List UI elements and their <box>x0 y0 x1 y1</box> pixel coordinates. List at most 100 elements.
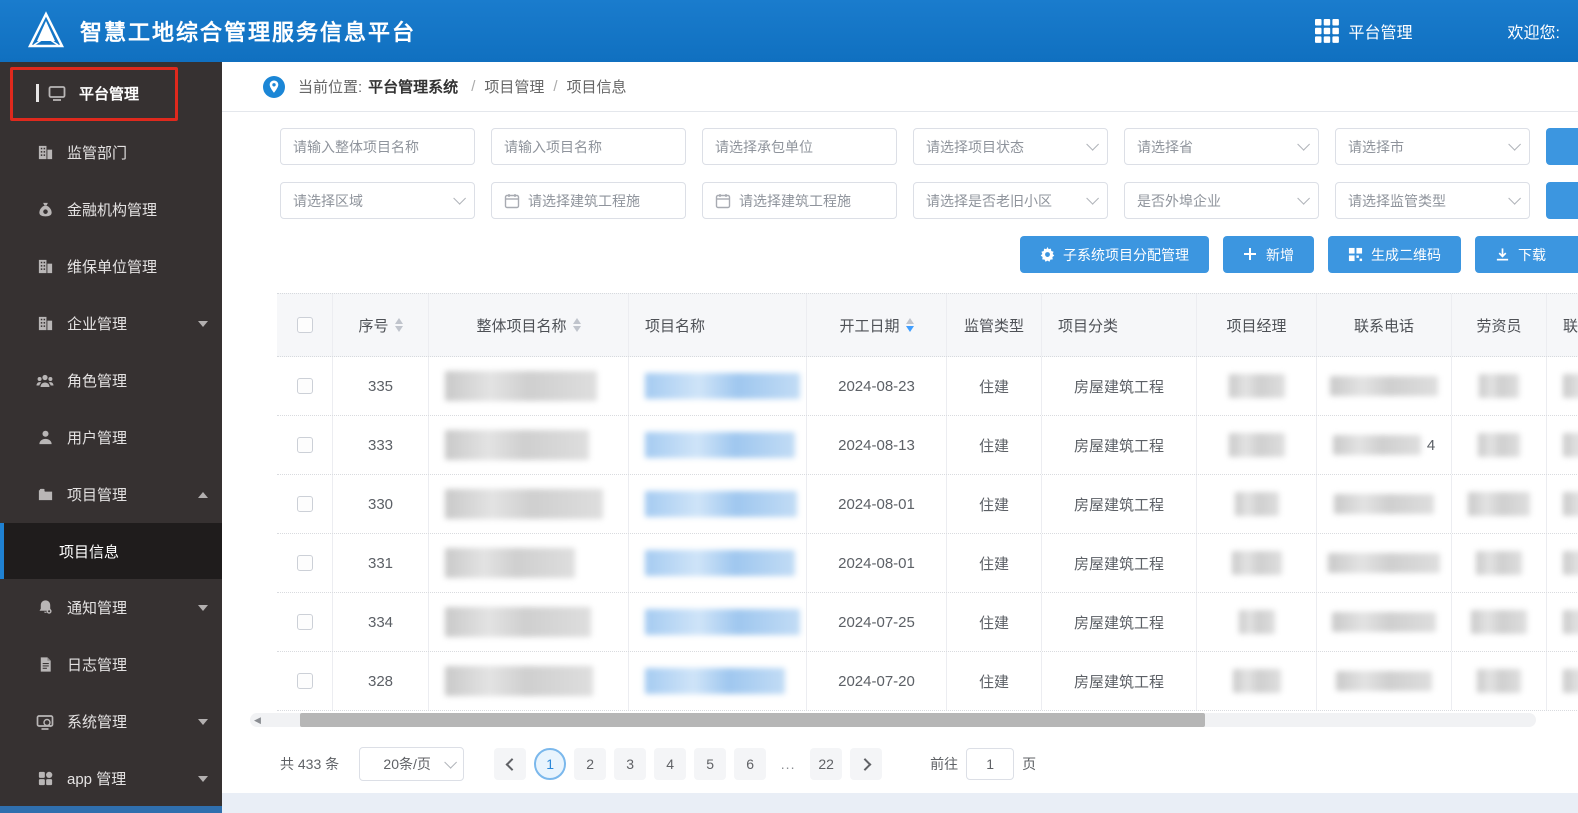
jump-page-input[interactable] <box>966 748 1015 780</box>
sidebar-item-notification-management[interactable]: 通知管理 <box>0 579 222 636</box>
redacted-contact-phone-2 <box>1563 610 1578 634</box>
add-button[interactable]: 新增 <box>1223 236 1314 273</box>
horizontal-scrollbar[interactable]: ◀ <box>250 713 1536 727</box>
sort-icon[interactable] <box>572 318 581 332</box>
breadcrumb-root[interactable]: 平台管理系统 <box>368 76 458 97</box>
sidebar-item-user-management[interactable]: 用户管理 <box>0 409 222 466</box>
select-all-checkbox[interactable] <box>296 317 313 333</box>
table-header-row: 序号 整体项目名称 项目名称 开工日期 监管类型 项目分类 项目经理 联系电话 … <box>277 293 1578 357</box>
breadcrumb-level1[interactable]: 项目管理 <box>484 76 544 97</box>
project-category: 房屋建筑工程 <box>1073 437 1164 455</box>
apps-grid-icon <box>1314 19 1339 43</box>
row-checkbox[interactable] <box>296 614 313 630</box>
page-button-2[interactable]: 2 <box>574 748 607 780</box>
start-date: 2024-08-01 <box>838 495 915 513</box>
row-checkbox[interactable] <box>296 673 313 689</box>
search-button[interactable] <box>1546 128 1578 165</box>
redacted-project-name-link[interactable] <box>645 550 795 576</box>
sidebar-item-enterprise-management[interactable]: 企业管理 <box>0 295 222 352</box>
row-checkbox[interactable] <box>296 378 313 394</box>
redacted-project-name-link[interactable] <box>645 432 795 458</box>
column-header-overall-project-name[interactable]: 整体项目名称 <box>429 294 629 356</box>
sidebar-item-label: 项目管理 <box>67 487 128 504</box>
calendar-icon <box>715 193 731 208</box>
chevron-down-icon <box>444 755 458 769</box>
page-button-22[interactable]: 22 <box>810 748 843 780</box>
page-button-1[interactable]: 1 <box>534 748 567 780</box>
sidebar-item-project-management[interactable]: 项目管理 <box>0 466 222 523</box>
calendar-icon <box>504 193 520 208</box>
page-button-6[interactable]: 6 <box>734 748 767 780</box>
pages-ellipsis[interactable]: ... <box>774 756 802 772</box>
column-header-start-date[interactable]: 开工日期 <box>807 294 947 356</box>
overall-project-name-input[interactable] <box>280 128 475 165</box>
app-title: 智慧工地综合管理服务信息平台 <box>80 20 417 45</box>
construction-date-end-picker[interactable]: 请选择建筑工程施 <box>702 182 897 219</box>
redacted-project-manager <box>1228 374 1285 398</box>
sidebar-item-financial-institutions[interactable]: 金融机构管理 <box>0 181 222 238</box>
people-icon <box>36 372 54 390</box>
redacted-labor-officer <box>1471 610 1527 634</box>
breadcrumb-level2[interactable]: 项目信息 <box>567 76 627 97</box>
province-select[interactable]: 请选择省 <box>1124 128 1319 165</box>
chevron-down-icon <box>1086 138 1099 151</box>
sidebar-item-supervision-dept[interactable]: 监管部门 <box>0 124 222 181</box>
sidebar-item-system-management[interactable]: 系统管理 <box>0 693 222 750</box>
generate-qrcode-button[interactable]: 生成二维码 <box>1328 236 1461 273</box>
redacted-project-name-link[interactable] <box>645 609 800 635</box>
redacted-contact-phone-2 <box>1563 669 1578 693</box>
redacted-overall-project-name <box>445 430 589 460</box>
redacted-contact-phone <box>1334 494 1434 514</box>
page-size-select[interactable]: 20条/页 <box>359 747 465 781</box>
row-checkbox[interactable] <box>296 555 313 571</box>
column-header-seq[interactable]: 序号 <box>333 294 429 356</box>
chevron-right-icon <box>858 757 872 771</box>
sidebar-item-platform-management[interactable]: 平台管理 <box>0 62 222 124</box>
sidebar-item-label: app 管理 <box>67 771 127 788</box>
scrollbar-thumb[interactable] <box>300 713 1205 727</box>
action-toolbar: 子系统项目分配管理 新增 生成二维码 下载 <box>280 236 1578 273</box>
city-select[interactable]: 请选择市 <box>1335 128 1530 165</box>
sidebar-item-maintenance-units[interactable]: 维保单位管理 <box>0 238 222 295</box>
reset-button[interactable] <box>1546 182 1578 219</box>
moneybag-icon <box>36 201 54 219</box>
contractor-input[interactable] <box>702 128 897 165</box>
download-button[interactable]: 下载 <box>1475 236 1578 273</box>
subsystem-assignment-button[interactable]: 子系统项目分配管理 <box>1020 236 1209 273</box>
chevron-down-icon <box>198 775 208 782</box>
redacted-project-name-link[interactable] <box>645 373 800 399</box>
sidebar-item-log-management[interactable]: 日志管理 <box>0 636 222 693</box>
sort-icon-active-desc[interactable] <box>905 318 914 332</box>
page-button-3[interactable]: 3 <box>614 748 647 780</box>
project-status-select[interactable]: 请选择项目状态 <box>913 128 1108 165</box>
foreign-enterprise-select[interactable]: 是否外埠企业 <box>1124 182 1319 219</box>
project-category: 房屋建筑工程 <box>1073 673 1164 691</box>
bell-icon <box>36 599 54 617</box>
sidebar-item-role-management[interactable]: 角色管理 <box>0 352 222 409</box>
supervision-type-select[interactable]: 请选择监管类型 <box>1335 182 1530 219</box>
redacted-project-name-link[interactable] <box>645 491 797 517</box>
table-row: 335 2024-08-23 住建 房屋建筑工程 <box>277 357 1578 416</box>
page-button-4[interactable]: 4 <box>654 748 687 780</box>
platform-switcher[interactable]: 平台管理 <box>1314 18 1413 44</box>
monitor-icon <box>48 84 66 102</box>
collapse-bar-icon <box>36 84 39 102</box>
row-checkbox[interactable] <box>296 437 313 453</box>
project-name-input[interactable] <box>491 128 686 165</box>
next-page-button[interactable] <box>850 748 883 780</box>
redacted-project-name-link[interactable] <box>645 668 785 694</box>
project-category: 房屋建筑工程 <box>1073 614 1164 632</box>
select-all-cell <box>277 294 333 356</box>
sort-icon[interactable] <box>394 318 403 332</box>
page-button-5[interactable]: 5 <box>694 748 727 780</box>
prev-page-button[interactable] <box>494 748 527 780</box>
sidebar-subitem-project-info[interactable]: 项目信息 <box>0 523 222 579</box>
sidebar-item-app-management[interactable]: app 管理 <box>0 750 222 807</box>
supervision-type: 住建 <box>978 496 1009 514</box>
old-community-select[interactable]: 请选择是否老旧小区 <box>913 182 1108 219</box>
construction-date-start-picker[interactable]: 请选择建筑工程施 <box>491 182 686 219</box>
main-content: 当前位置: 平台管理系统 / 项目管理 / 项目信息 请选择项目状态 请 <box>222 62 1578 813</box>
row-checkbox[interactable] <box>296 496 313 512</box>
scroll-left-arrow-icon[interactable]: ◀ <box>254 713 261 727</box>
district-select[interactable]: 请选择区域 <box>280 182 475 219</box>
